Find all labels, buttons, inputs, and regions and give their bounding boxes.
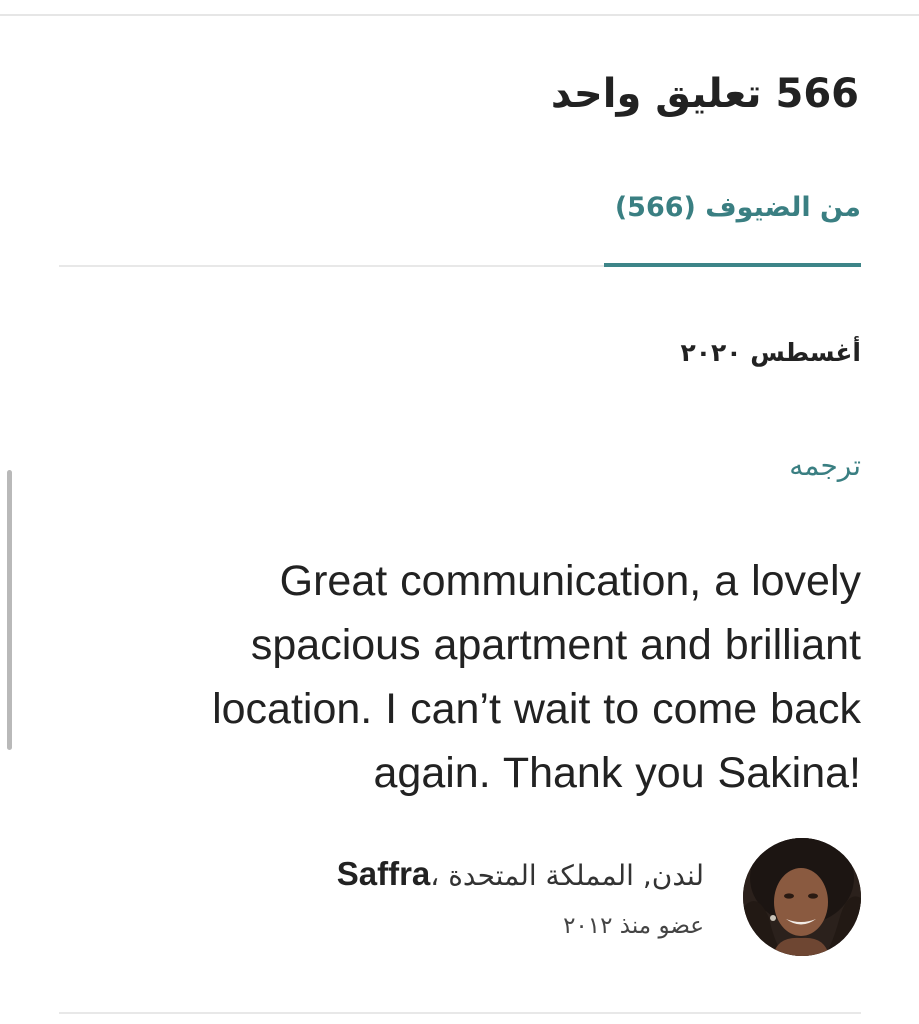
reviewer-name[interactable]: Saffra xyxy=(337,855,431,892)
reviewer-separator: ، xyxy=(430,859,449,892)
reviews-page: 566 تعليق واحد من الضيوف (566) أغسطس ٢٠٢… xyxy=(0,0,919,1024)
member-since: عضو منذ ٢٠١٢ xyxy=(563,913,704,939)
review-text: Great communication, a lovely spacious a… xyxy=(212,557,861,797)
reviewer-name-line: Saffra، لندن, المملكة المتحدة xyxy=(337,852,704,898)
active-tab-indicator xyxy=(604,263,861,267)
translate-link[interactable]: ترجمه xyxy=(789,446,861,486)
review-date: أغسطس ٢٠٢٠ xyxy=(680,338,861,367)
avatar-portrait-icon xyxy=(743,838,861,956)
top-divider xyxy=(0,14,919,16)
tab-from-guests[interactable]: من الضيوف (566) xyxy=(615,188,861,228)
bottom-divider xyxy=(59,1012,861,1014)
avatar[interactable] xyxy=(743,838,861,956)
reviewer-location: لندن, المملكة المتحدة xyxy=(448,859,704,892)
reviews-count-title: 566 تعليق واحد xyxy=(550,71,859,117)
scrollbar[interactable] xyxy=(7,470,12,750)
